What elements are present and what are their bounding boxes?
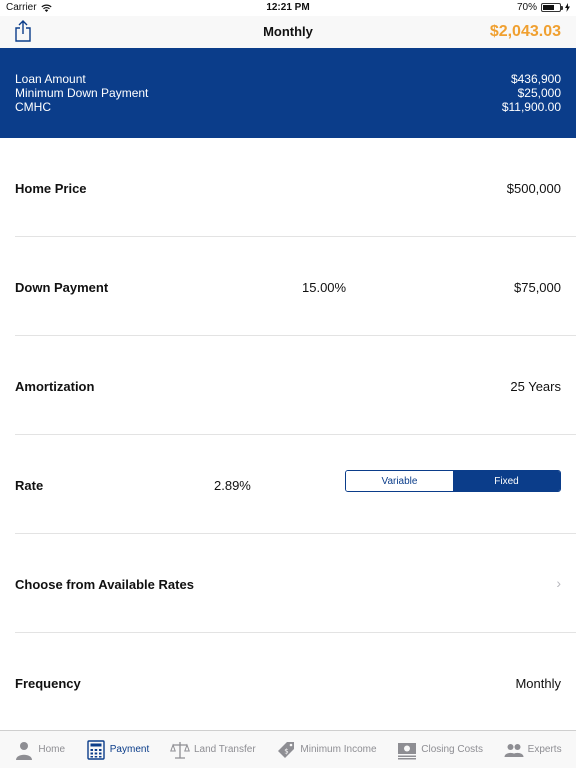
- down-payment-value[interactable]: $75,000: [514, 280, 561, 295]
- down-payment-label: Down Payment: [15, 280, 109, 295]
- frequency-value[interactable]: Monthly: [515, 676, 561, 691]
- tab-label: Land Transfer: [193, 744, 256, 755]
- summary-row-loan-amount: Loan Amount $436,900: [15, 72, 561, 86]
- summary-value: $25,000: [517, 86, 561, 100]
- down-payment-percent[interactable]: 15.00%: [302, 280, 346, 295]
- nav-bar: Monthly $2,043.03: [0, 16, 576, 48]
- down-payment-row[interactable]: Down Payment 15.00% $75,000: [15, 237, 576, 336]
- tab-label: Closing Costs: [421, 744, 483, 755]
- battery-icon: [541, 3, 563, 12]
- calculator-icon: [87, 739, 105, 760]
- scales-icon: [170, 741, 190, 759]
- summary-value: $11,900.00: [501, 100, 561, 114]
- tag-icon: $: [278, 741, 295, 758]
- choose-rates-label: Choose from Available Rates: [15, 577, 194, 592]
- summary-row-min-down-payment: Minimum Down Payment $25,000: [15, 86, 561, 100]
- summary-label: Minimum Down Payment: [15, 86, 149, 100]
- battery-percent: 70%: [516, 2, 537, 13]
- tab-label: Home: [38, 744, 66, 755]
- home-price-value[interactable]: $500,000: [507, 181, 561, 196]
- rate-value[interactable]: 2.89%: [214, 478, 251, 493]
- charging-icon: [565, 3, 570, 12]
- people-icon: [504, 743, 524, 757]
- amortization-value[interactable]: 25 Years: [510, 379, 561, 394]
- battery-info: 70%: [517, 2, 570, 13]
- status-bar: Carrier 12:21 PM 70%: [0, 0, 576, 16]
- tab-label: Payment: [109, 744, 150, 755]
- mortgage-form: Home Price $500,000 Down Payment 15.00% …: [0, 138, 576, 732]
- monthly-total: $2,043.03: [489, 23, 561, 40]
- frequency-label: Frequency: [15, 676, 81, 691]
- rate-label: Rate: [15, 478, 44, 493]
- tab-experts[interactable]: Experts: [504, 740, 562, 760]
- tab-label: Experts: [527, 744, 562, 755]
- summary-label: Loan Amount: [15, 72, 86, 86]
- person-icon: [16, 741, 33, 760]
- summary-row-cmhc: CMHC $11,900.00: [15, 100, 561, 114]
- svg-text:$: $: [285, 747, 289, 755]
- amortization-row[interactable]: Amortization 25 Years: [15, 336, 576, 435]
- amortization-label: Amortization: [15, 379, 95, 394]
- money-icon: [398, 742, 417, 759]
- rate-type-variable[interactable]: Variable: [346, 471, 453, 491]
- rate-type-fixed[interactable]: Fixed: [453, 471, 560, 491]
- choose-rates-row[interactable]: Choose from Available Rates ›: [15, 534, 576, 633]
- frequency-row[interactable]: Frequency Monthly: [15, 633, 576, 732]
- rate-type-segmented-control: Variable Fixed: [345, 470, 561, 492]
- tab-land-transfer[interactable]: Land Transfer: [170, 740, 256, 760]
- tab-minimum-income[interactable]: $ Minimum Income: [276, 740, 377, 760]
- home-price-label: Home Price: [15, 181, 87, 196]
- rate-row: Rate 2.89% Variable Fixed: [15, 435, 576, 534]
- tab-bar: Home Payment Land Transfer $ Minimum Inc…: [0, 730, 576, 768]
- tab-label: Minimum Income: [300, 744, 377, 755]
- tab-closing-costs[interactable]: Closing Costs: [397, 740, 483, 760]
- loan-summary-panel: Loan Amount $436,900 Minimum Down Paymen…: [0, 48, 576, 138]
- summary-value: $436,900: [510, 72, 561, 86]
- summary-label: CMHC: [15, 100, 51, 114]
- clock: 12:21 PM: [266, 2, 310, 13]
- tab-payment[interactable]: Payment: [86, 739, 150, 760]
- chevron-right-icon: ›: [556, 575, 561, 591]
- tab-home[interactable]: Home: [14, 740, 65, 760]
- home-price-row[interactable]: Home Price $500,000: [15, 138, 576, 237]
